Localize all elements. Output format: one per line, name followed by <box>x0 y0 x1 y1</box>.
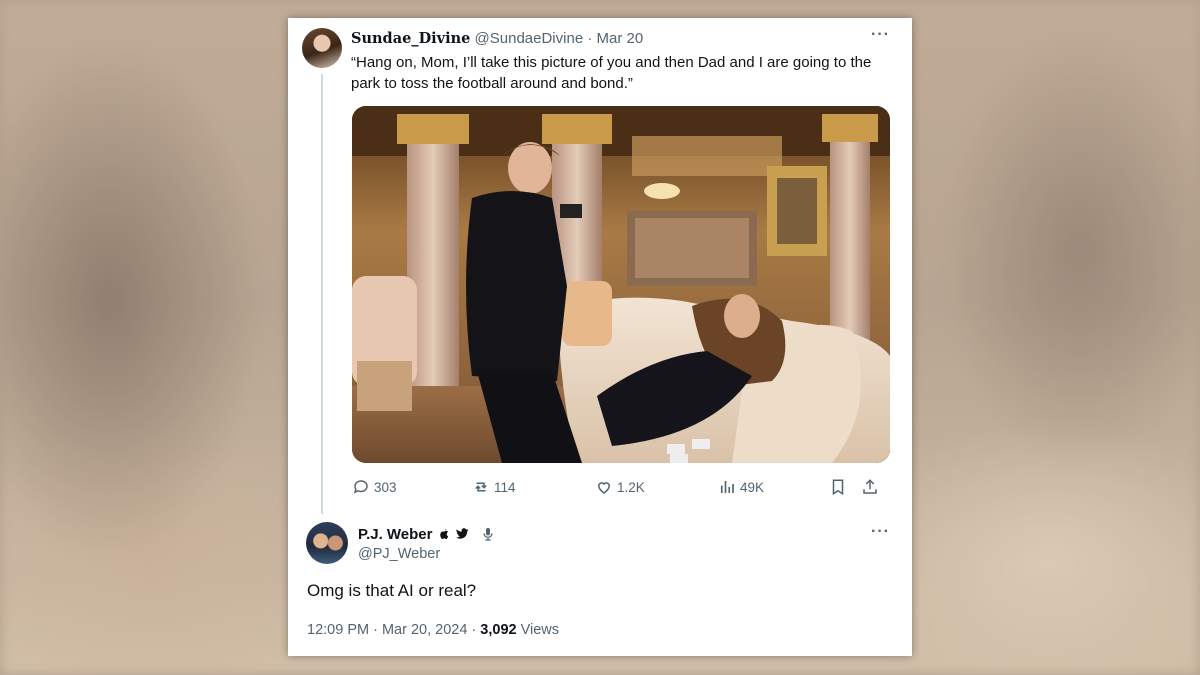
display-name[interactable]: P.J. Weber <box>358 526 433 543</box>
handle[interactable]: @SundaeDivine <box>475 30 584 47</box>
more-options-icon[interactable]: ··· <box>871 523 890 541</box>
views-label: Views <box>516 622 560 638</box>
bookmark-button[interactable] <box>829 478 847 496</box>
tweet-actions: 303 114 1.2K 49K <box>352 478 890 498</box>
bookmark-icon <box>832 479 844 496</box>
microphone-icon <box>482 528 493 541</box>
thread-line <box>321 74 323 514</box>
views-button[interactable]: 49K <box>718 478 764 496</box>
more-options-icon[interactable]: ··· <box>871 26 890 44</box>
reply-icon <box>353 480 368 494</box>
tweet-header: Sundae_Divine @SundaeDivine · Mar 20 <box>351 30 643 47</box>
bird-icon <box>455 528 468 539</box>
tweet-text: “Hang on, Mom, I’ll take this picture of… <box>351 54 872 92</box>
tweet-date[interactable]: Mar 20 <box>597 30 644 47</box>
display-name[interactable]: Sundae_Divine <box>351 30 470 47</box>
tweet-photo[interactable] <box>352 106 890 463</box>
share-button[interactable] <box>861 478 879 496</box>
tweet-timestamp[interactable]: 12:09 PM · Mar 20, 2024 · <box>307 622 480 638</box>
views-count: 49K <box>740 479 765 495</box>
tweet-header: P.J. Weber <box>358 525 496 543</box>
tweet-meta: 12:09 PM · Mar 20, 2024 · 3,092 Views <box>307 622 559 638</box>
avatar[interactable] <box>302 28 342 68</box>
retweet-button[interactable]: 114 <box>472 478 516 496</box>
apple-icon <box>439 528 448 540</box>
reply-count: 303 <box>374 479 397 495</box>
views-count: 3,092 <box>480 622 517 638</box>
heart-icon <box>597 482 611 494</box>
reply-button[interactable]: 303 <box>352 478 397 496</box>
photo-illustration <box>352 106 890 463</box>
handle[interactable]: @PJ_Weber <box>358 546 440 562</box>
avatar[interactable] <box>306 522 348 564</box>
like-count: 1.2K <box>617 479 645 495</box>
like-button[interactable]: 1.2K <box>595 478 645 496</box>
bar-chart-icon <box>720 481 734 493</box>
retweet-count: 114 <box>494 479 516 495</box>
retweet-icon <box>475 482 487 492</box>
share-icon <box>863 479 877 494</box>
tweet-text: Omg is that AI or real? <box>307 581 477 600</box>
separator: · <box>587 30 593 47</box>
tweet-screenshot-card: Sundae_Divine @SundaeDivine · Mar 20 ···… <box>288 18 912 656</box>
